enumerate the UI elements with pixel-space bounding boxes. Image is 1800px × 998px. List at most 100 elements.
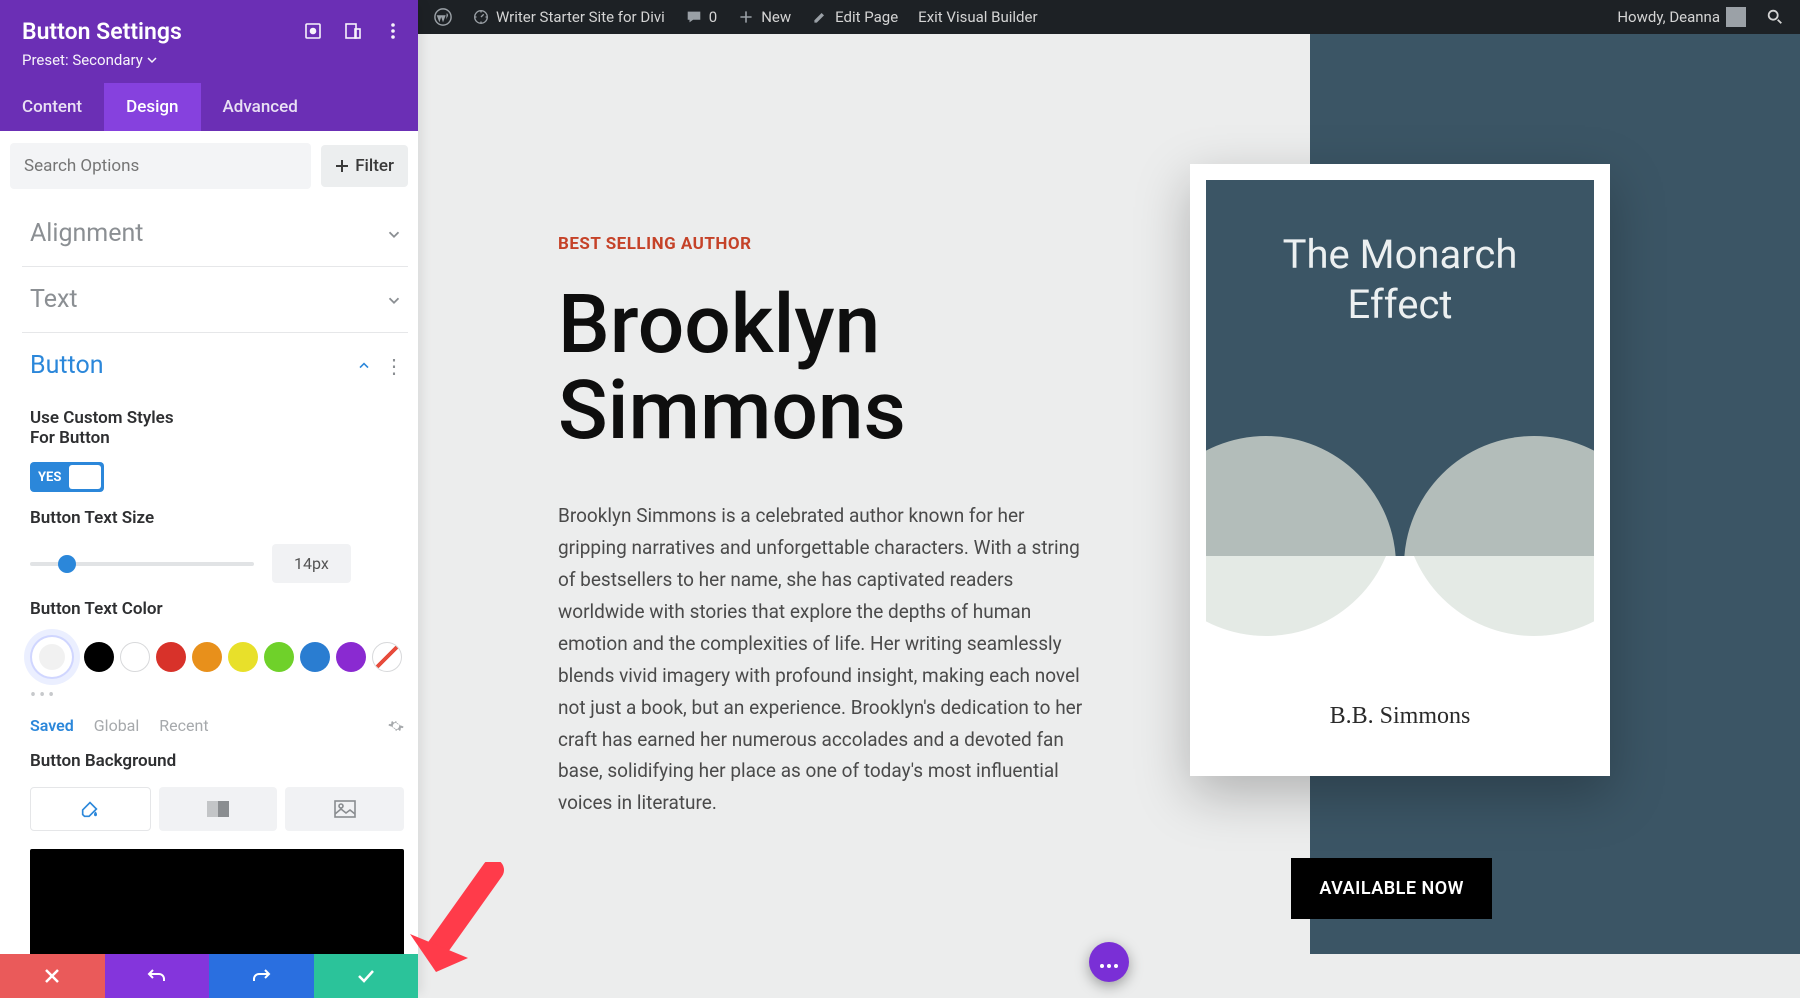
text-size-slider[interactable] <box>30 562 254 566</box>
background-type-tabs <box>30 787 404 831</box>
paint-bucket-icon <box>79 798 101 820</box>
more-icon <box>1099 953 1120 972</box>
book-title: The Monarch Effect <box>1283 230 1518 330</box>
toggle-use-custom-styles[interactable]: YES <box>30 462 104 492</box>
check-icon <box>357 969 375 983</box>
option-label: Button Text Color <box>30 599 404 619</box>
swatch-white[interactable] <box>120 642 150 672</box>
book-card: The Monarch Effect B.B. Simmons <box>1190 164 1610 776</box>
redo-button[interactable] <box>209 954 314 998</box>
book-author: B.B. Simmons <box>1330 703 1471 730</box>
more-swatches[interactable]: ••• <box>30 685 404 706</box>
cover-shape <box>1404 436 1594 556</box>
preview-canvas: BEST SELLING AUTHOR Brooklyn Simmons Bro… <box>418 34 1800 998</box>
available-now-button[interactable]: AVAILABLE NOW <box>1291 858 1492 919</box>
section-alignment-toggle[interactable]: Alignment <box>22 201 408 267</box>
option-text-color: Button Text Color ••• Saved Global Recen… <box>22 589 408 741</box>
comment-icon <box>685 8 703 26</box>
hero-text-block: BEST SELLING AUTHOR Brooklyn Simmons Bro… <box>418 34 1188 819</box>
section-button-toggle[interactable]: Button ⋮ <box>22 333 408 398</box>
panel-tabs: Content Design Advanced <box>0 83 418 131</box>
cover-shape <box>1206 556 1396 636</box>
eyebrow-text: BEST SELLING AUTHOR <box>558 234 1188 254</box>
palette-recent[interactable]: Recent <box>159 716 208 735</box>
search-icon <box>1766 8 1784 26</box>
author-name: Brooklyn Simmons <box>558 282 1188 454</box>
section-text-toggle[interactable]: Text <box>22 267 408 333</box>
undo-icon <box>147 967 167 985</box>
tab-design[interactable]: Design <box>104 83 200 131</box>
comments-link[interactable]: 0 <box>675 0 727 34</box>
exit-visual-builder[interactable]: Exit Visual Builder <box>908 0 1047 34</box>
kebab-icon[interactable]: ⋮ <box>384 354 404 378</box>
new-label: New <box>761 8 791 26</box>
gradient-icon <box>207 801 229 817</box>
option-label: Button Background <box>30 751 404 771</box>
gear-icon[interactable] <box>388 718 404 734</box>
swatch-red[interactable] <box>156 642 186 672</box>
site-name-link[interactable]: Writer Starter Site for Divi <box>462 0 675 34</box>
background-preview[interactable] <box>30 849 404 954</box>
search-input[interactable] <box>10 143 311 189</box>
wp-logo[interactable] <box>424 0 462 34</box>
swatch-green[interactable] <box>264 642 294 672</box>
admin-search[interactable] <box>1756 0 1794 34</box>
book-cover-bottom: B.B. Simmons <box>1206 556 1594 760</box>
wordpress-icon <box>434 8 452 26</box>
caret-down-icon <box>147 55 157 65</box>
site-title: Writer Starter Site for Divi <box>496 8 665 26</box>
plus-icon <box>737 8 755 26</box>
comments-count: 0 <box>709 8 717 26</box>
edit-page-label: Edit Page <box>835 8 898 26</box>
options-scroll[interactable]: Alignment Text Button ⋮ Use Custom Style… <box>0 201 418 954</box>
howdy-text: Howdy, Deanna <box>1617 8 1720 26</box>
new-content-link[interactable]: New <box>727 0 801 34</box>
save-button[interactable] <box>314 954 419 998</box>
palette-global[interactable]: Global <box>94 716 140 735</box>
book-cover-top: The Monarch Effect <box>1206 180 1594 556</box>
option-button-background: Button Background <box>22 741 408 954</box>
responsive-icon[interactable] <box>342 20 364 42</box>
preset-selector[interactable]: Preset: Secondary <box>22 51 396 69</box>
text-size-value[interactable]: 14px <box>272 544 351 583</box>
hover-preview-icon[interactable] <box>302 20 324 42</box>
bg-tab-color[interactable] <box>30 787 151 831</box>
plus-icon <box>335 159 349 173</box>
panel-footer-buttons <box>0 954 418 998</box>
swatch-purple[interactable] <box>336 642 366 672</box>
option-text-size: Button Text Size 14px <box>22 498 408 589</box>
chevron-down-icon <box>384 291 404 309</box>
option-label: Use Custom Styles For Button <box>30 408 200 448</box>
account-link[interactable]: Howdy, Deanna <box>1607 0 1756 34</box>
bg-tab-gradient[interactable] <box>159 787 278 831</box>
palette-saved[interactable]: Saved <box>30 716 74 735</box>
swatch-blue[interactable] <box>300 642 330 672</box>
builder-fab[interactable] <box>1089 942 1129 982</box>
edit-page-link[interactable]: Edit Page <box>801 0 908 34</box>
kebab-icon[interactable] <box>382 20 404 42</box>
bg-tab-image[interactable] <box>285 787 404 831</box>
cover-shape <box>1206 436 1396 556</box>
swatch-black[interactable] <box>84 642 114 672</box>
redo-icon <box>251 967 271 985</box>
swatch-yellow[interactable] <box>228 642 258 672</box>
palette-tabs: Saved Global Recent <box>30 716 404 735</box>
pencil-icon <box>811 8 829 26</box>
filter-button[interactable]: Filter <box>321 145 408 187</box>
author-bio: Brooklyn Simmons is a celebrated author … <box>558 500 1088 819</box>
close-icon <box>44 968 60 984</box>
swatch-none[interactable] <box>372 642 402 672</box>
image-icon <box>334 800 356 818</box>
color-picker-button[interactable] <box>30 635 74 679</box>
tab-advanced[interactable]: Advanced <box>201 83 320 131</box>
tab-content[interactable]: Content <box>0 83 104 131</box>
undo-button[interactable] <box>105 954 210 998</box>
option-label: Button Text Size <box>30 508 404 528</box>
color-swatch-row <box>30 635 404 679</box>
option-use-custom-styles: Use Custom Styles For Button YES <box>22 398 408 498</box>
cancel-button[interactable] <box>0 954 105 998</box>
swatch-orange[interactable] <box>192 642 222 672</box>
chevron-up-icon <box>356 358 372 374</box>
avatar <box>1726 7 1746 27</box>
dashboard-icon <box>472 8 490 26</box>
